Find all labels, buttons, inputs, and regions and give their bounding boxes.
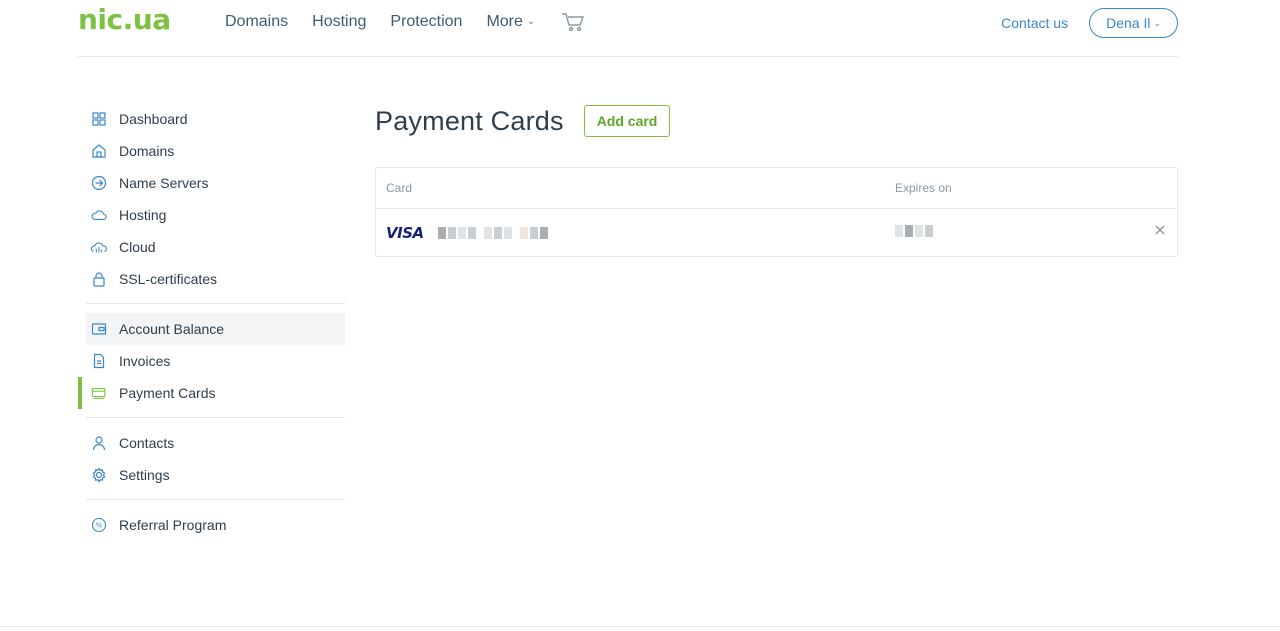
- sidebar-item-invoices[interactable]: Invoices: [78, 345, 345, 377]
- person-icon: [91, 435, 107, 451]
- user-name: Dena Il: [1106, 15, 1151, 31]
- sidebar-item-hosting[interactable]: Hosting: [78, 199, 345, 231]
- cards-table: Card Expires on VISA: [375, 167, 1178, 257]
- sidebar-item-domains[interactable]: Domains: [78, 135, 345, 167]
- dashboard-grid-icon: [91, 111, 107, 127]
- column-header-card: Card: [386, 181, 413, 195]
- sidebar-item-label: Hosting: [119, 207, 167, 223]
- sidebar-item-label: Payment Cards: [119, 385, 216, 401]
- sidebar-item-settings[interactable]: Settings: [78, 459, 345, 491]
- sidebar-item-account-balance[interactable]: Account Balance: [86, 313, 345, 345]
- percent-icon: %: [91, 517, 107, 533]
- main-nav: Domains Hosting Protection More ⌄: [225, 11, 585, 33]
- footer-divider: [0, 626, 1280, 627]
- header-right: Contact us Dena Il ⌄: [1001, 8, 1178, 38]
- sidebar-item-label: Domains: [119, 143, 175, 159]
- sidebar-item-ssl[interactable]: SSL-certificates: [78, 263, 345, 295]
- card-icon: [91, 385, 107, 401]
- document-icon: [91, 353, 107, 369]
- sidebar-item-label: Cloud: [119, 239, 156, 255]
- sidebar-item-label: SSL-certificates: [119, 271, 218, 287]
- sidebar-item-label: Contacts: [119, 435, 175, 451]
- domains-house-icon: [91, 143, 107, 159]
- svg-text:%: %: [96, 522, 103, 530]
- nav-hosting[interactable]: Hosting: [312, 12, 366, 32]
- sidebar-item-label: Invoices: [119, 353, 171, 369]
- sidebar-item-referral[interactable]: % Referral Program: [78, 509, 345, 541]
- logo[interactable]: nic.ua: [78, 2, 171, 38]
- title-row: Payment Cards Add card: [375, 103, 1178, 139]
- contact-us-link[interactable]: Contact us: [1001, 15, 1068, 31]
- sidebar-divider: [86, 499, 345, 500]
- sidebar-item-label: Account Balance: [119, 321, 225, 337]
- chevron-down-icon: ⌄: [526, 16, 536, 27]
- table-header: Card Expires on: [376, 168, 1177, 209]
- page-title: Payment Cards: [375, 105, 564, 136]
- masked-expiry-date: [895, 224, 935, 238]
- sidebar-item-label: Name Servers: [119, 175, 209, 191]
- table-row: VISA: [376, 209, 1177, 256]
- top-header: nic.ua Domains Hosting Protection More ⌄ …: [78, 0, 1178, 57]
- column-header-expires: Expires on: [895, 181, 952, 195]
- remove-card-icon[interactable]: [1153, 223, 1167, 237]
- sidebar-divider: [86, 303, 345, 304]
- masked-card-number: [437, 226, 550, 240]
- visa-logo: VISA: [386, 223, 424, 242]
- sidebar-item-label: Referral Program: [119, 517, 227, 533]
- expires-cell: [891, 224, 935, 242]
- sidebar: Dashboard Domains Name Servers Hosting C…: [78, 103, 345, 541]
- sidebar-item-dashboard[interactable]: Dashboard: [78, 103, 345, 135]
- wallet-icon: [91, 321, 107, 337]
- sidebar-item-name-servers[interactable]: Name Servers: [78, 167, 345, 199]
- sidebar-item-payment-cards[interactable]: Payment Cards: [78, 377, 345, 409]
- sidebar-item-contacts[interactable]: Contacts: [78, 427, 345, 459]
- lock-icon: [91, 271, 107, 287]
- cart-icon[interactable]: [561, 11, 585, 33]
- page: nic.ua Domains Hosting Protection More ⌄ …: [0, 0, 1280, 631]
- card-cell: VISA: [376, 224, 891, 242]
- main-content: Payment Cards Add card Card Expires on V…: [375, 103, 1178, 257]
- cloud-servers-icon: [91, 239, 107, 255]
- nav-domains[interactable]: Domains: [225, 12, 288, 32]
- nav-more-label: More: [486, 13, 523, 30]
- chevron-down-icon: ⌄: [1153, 17, 1161, 28]
- nav-protection[interactable]: Protection: [390, 12, 462, 32]
- cloud-icon: [91, 207, 107, 223]
- user-menu-button[interactable]: Dena Il ⌄: [1089, 8, 1178, 38]
- nav-more[interactable]: More ⌄: [486, 12, 535, 32]
- sidebar-item-label: Dashboard: [119, 111, 188, 127]
- sidebar-item-cloud[interactable]: Cloud: [78, 231, 345, 263]
- add-card-button[interactable]: Add card: [583, 105, 671, 137]
- gear-icon: [91, 467, 107, 483]
- arrow-circle-icon: [91, 175, 107, 191]
- sidebar-item-label: Settings: [119, 467, 170, 483]
- sidebar-divider: [86, 417, 345, 418]
